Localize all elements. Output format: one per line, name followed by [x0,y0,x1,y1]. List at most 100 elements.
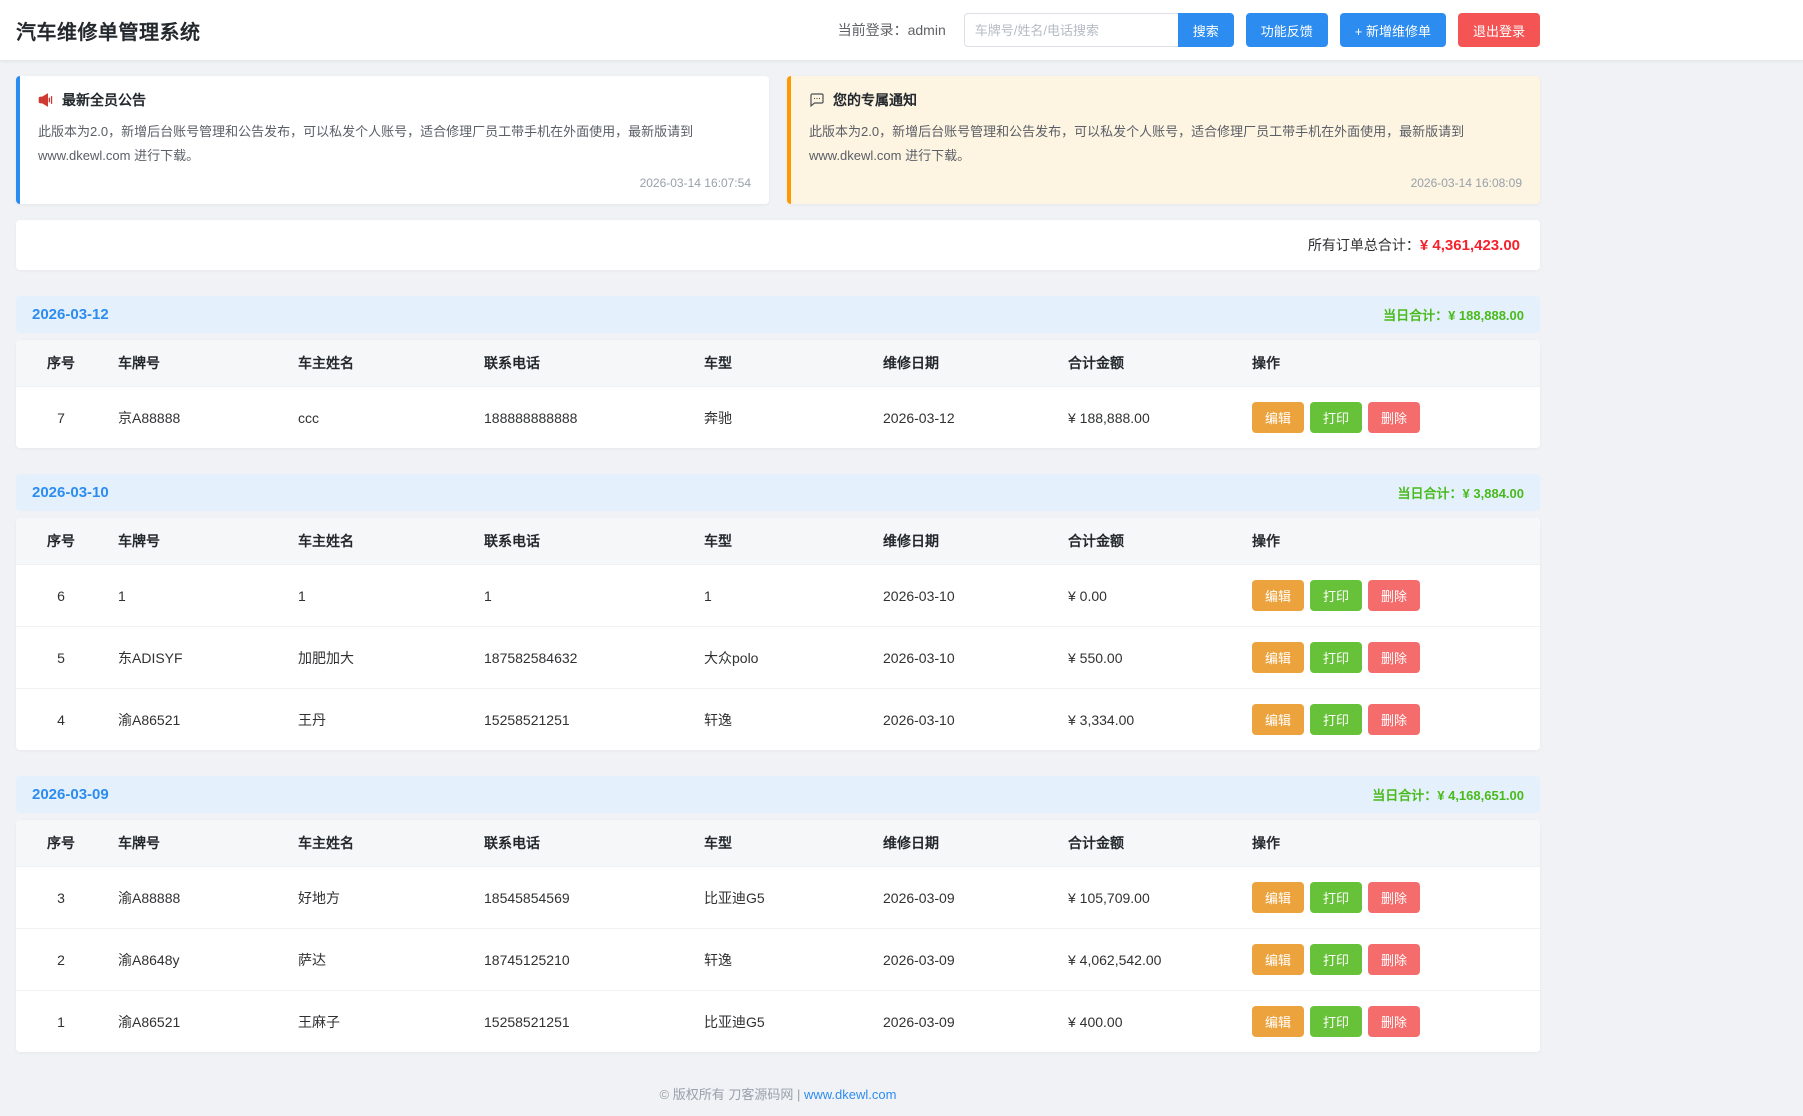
delete-button[interactable]: 删除 [1368,944,1420,975]
column-header: 序号 [16,518,106,565]
owner-cell: 王丹 [286,689,472,751]
repair-date-cell: 2026-03-10 [871,565,1056,627]
orders-table-card: 序号车牌号车主姓名联系电话车型维修日期合计金额操作611112026-03-10… [16,518,1540,750]
group-date-label: 2026-03-10 [32,484,109,501]
column-header: 操作 [1240,518,1540,565]
column-header: 操作 [1240,820,1540,867]
phone-cell: 18545854569 [472,867,692,929]
column-header: 联系电话 [472,340,692,387]
model-cell: 比亚迪G5 [692,867,871,929]
plate-cell: 京A88888 [106,387,286,449]
announcement-header: 最新全员公告 [38,90,751,110]
seq-cell: 2 [16,929,106,991]
print-button[interactable]: 打印 [1310,704,1362,735]
model-cell: 奔驰 [692,387,871,449]
actions-cell: 编辑打印删除 [1240,867,1540,929]
delete-button[interactable]: 删除 [1368,882,1420,913]
column-header: 合计金额 [1056,340,1240,387]
plate-cell: 渝A8648y [106,929,286,991]
owner-cell: 王麻子 [286,991,472,1053]
amount-cell: ¥ 188,888.00 [1056,387,1240,449]
owner-cell: 好地方 [286,867,472,929]
edit-button[interactable]: 编辑 [1252,882,1304,913]
column-header: 车型 [692,820,871,867]
orders-table-card: 序号车牌号车主姓名联系电话车型维修日期合计金额操作3渝A88888好地方1854… [16,820,1540,1052]
seq-cell: 5 [16,627,106,689]
orders-table-card: 序号车牌号车主姓名联系电话车型维修日期合计金额操作7京A88888ccc1888… [16,340,1540,448]
amount-cell: ¥ 550.00 [1056,627,1240,689]
print-button[interactable]: 打印 [1310,944,1362,975]
model-cell: 比亚迪G5 [692,991,871,1053]
column-header: 操作 [1240,340,1540,387]
edit-button[interactable]: 编辑 [1252,642,1304,673]
announcement-body: 此版本为2.0，新增后台账号管理和公告发布，可以私发个人账号，适合修理厂员工带手… [38,120,751,168]
plate-cell: 渝A86521 [106,689,286,751]
delete-button[interactable]: 删除 [1368,580,1420,611]
table-header-row: 序号车牌号车主姓名联系电话车型维修日期合计金额操作 [16,820,1540,867]
column-header: 序号 [16,820,106,867]
order-row: 3渝A88888好地方18545854569比亚迪G52026-03-09¥ 1… [16,867,1540,929]
main-content: 最新全员公告 此版本为2.0，新增后台账号管理和公告发布，可以私发个人账号，适合… [0,76,1556,1103]
delete-button[interactable]: 删除 [1368,704,1420,735]
column-header: 维修日期 [871,820,1056,867]
order-row: 1渝A86521王麻子15258521251比亚迪G52026-03-09¥ 4… [16,991,1540,1053]
edit-button[interactable]: 编辑 [1252,1006,1304,1037]
repair-date-cell: 2026-03-10 [871,689,1056,751]
group-daily-total: 当日合计：¥ 188,888.00 [1383,305,1524,324]
order-groups: 2026-03-12当日合计：¥ 188,888.00序号车牌号车主姓名联系电话… [16,296,1540,1052]
edit-button[interactable]: 编辑 [1252,580,1304,611]
personal-notice-card: 您的专属通知 此版本为2.0，新增后台账号管理和公告发布，可以私发个人账号，适合… [787,76,1540,204]
group-date-label: 2026-03-12 [32,306,109,323]
column-header: 车主姓名 [286,518,472,565]
actions-cell: 编辑打印删除 [1240,387,1540,449]
announcement-time: 2026-03-14 16:07:54 [38,176,751,190]
add-repair-order-button[interactable]: + 新增维修单 [1340,13,1446,47]
print-button[interactable]: 打印 [1310,580,1362,611]
column-header: 车型 [692,340,871,387]
phone-cell: 15258521251 [472,689,692,751]
search-button[interactable]: 搜索 [1178,13,1234,47]
edit-button[interactable]: 编辑 [1252,944,1304,975]
actions-cell: 编辑打印删除 [1240,991,1540,1053]
delete-button[interactable]: 删除 [1368,1006,1420,1037]
delete-button[interactable]: 删除 [1368,642,1420,673]
amount-cell: ¥ 0.00 [1056,565,1240,627]
column-header: 车牌号 [106,820,286,867]
table-header-row: 序号车牌号车主姓名联系电话车型维修日期合计金额操作 [16,340,1540,387]
personal-notice-body: 此版本为2.0，新增后台账号管理和公告发布，可以私发个人账号，适合修理厂员工带手… [809,120,1522,168]
print-button[interactable]: 打印 [1310,402,1362,433]
order-row: 2渝A8648y萨达18745125210轩逸2026-03-09¥ 4,062… [16,929,1540,991]
column-header: 合计金额 [1056,518,1240,565]
speech-bubble-icon [809,92,825,108]
group-header: 2026-03-12 当日合计：¥ 188,888.00 [16,296,1540,333]
print-button[interactable]: 打印 [1310,642,1362,673]
orders-summary-bar: 所有订单总合计：¥ 4,361,423.00 [16,220,1540,270]
logout-button[interactable]: 退出登录 [1458,13,1540,47]
column-header: 维修日期 [871,518,1056,565]
feedback-button[interactable]: 功能反馈 [1246,13,1328,47]
actions-cell: 编辑打印删除 [1240,627,1540,689]
search-input[interactable] [964,13,1178,47]
actions-cell: 编辑打印删除 [1240,929,1540,991]
delete-button[interactable]: 删除 [1368,402,1420,433]
phone-cell: 187582584632 [472,627,692,689]
repair-date-cell: 2026-03-09 [871,867,1056,929]
repair-date-cell: 2026-03-12 [871,387,1056,449]
footer-link[interactable]: www.dkewl.com [804,1087,896,1102]
print-button[interactable]: 打印 [1310,882,1362,913]
phone-cell: 15258521251 [472,991,692,1053]
table-header-row: 序号车牌号车主姓名联系电话车型维修日期合计金额操作 [16,518,1540,565]
edit-button[interactable]: 编辑 [1252,402,1304,433]
announcement-title: 最新全员公告 [62,90,146,110]
model-cell: 1 [692,565,871,627]
summary-amount: ¥ 4,361,423.00 [1420,237,1520,254]
seq-cell: 4 [16,689,106,751]
column-header: 车牌号 [106,518,286,565]
edit-button[interactable]: 编辑 [1252,704,1304,735]
column-header: 序号 [16,340,106,387]
amount-cell: ¥ 400.00 [1056,991,1240,1053]
plate-cell: 东ADISYF [106,627,286,689]
order-row: 5东ADISYF加肥加大187582584632大众polo2026-03-10… [16,627,1540,689]
personal-notice-title: 您的专属通知 [833,90,917,110]
print-button[interactable]: 打印 [1310,1006,1362,1037]
